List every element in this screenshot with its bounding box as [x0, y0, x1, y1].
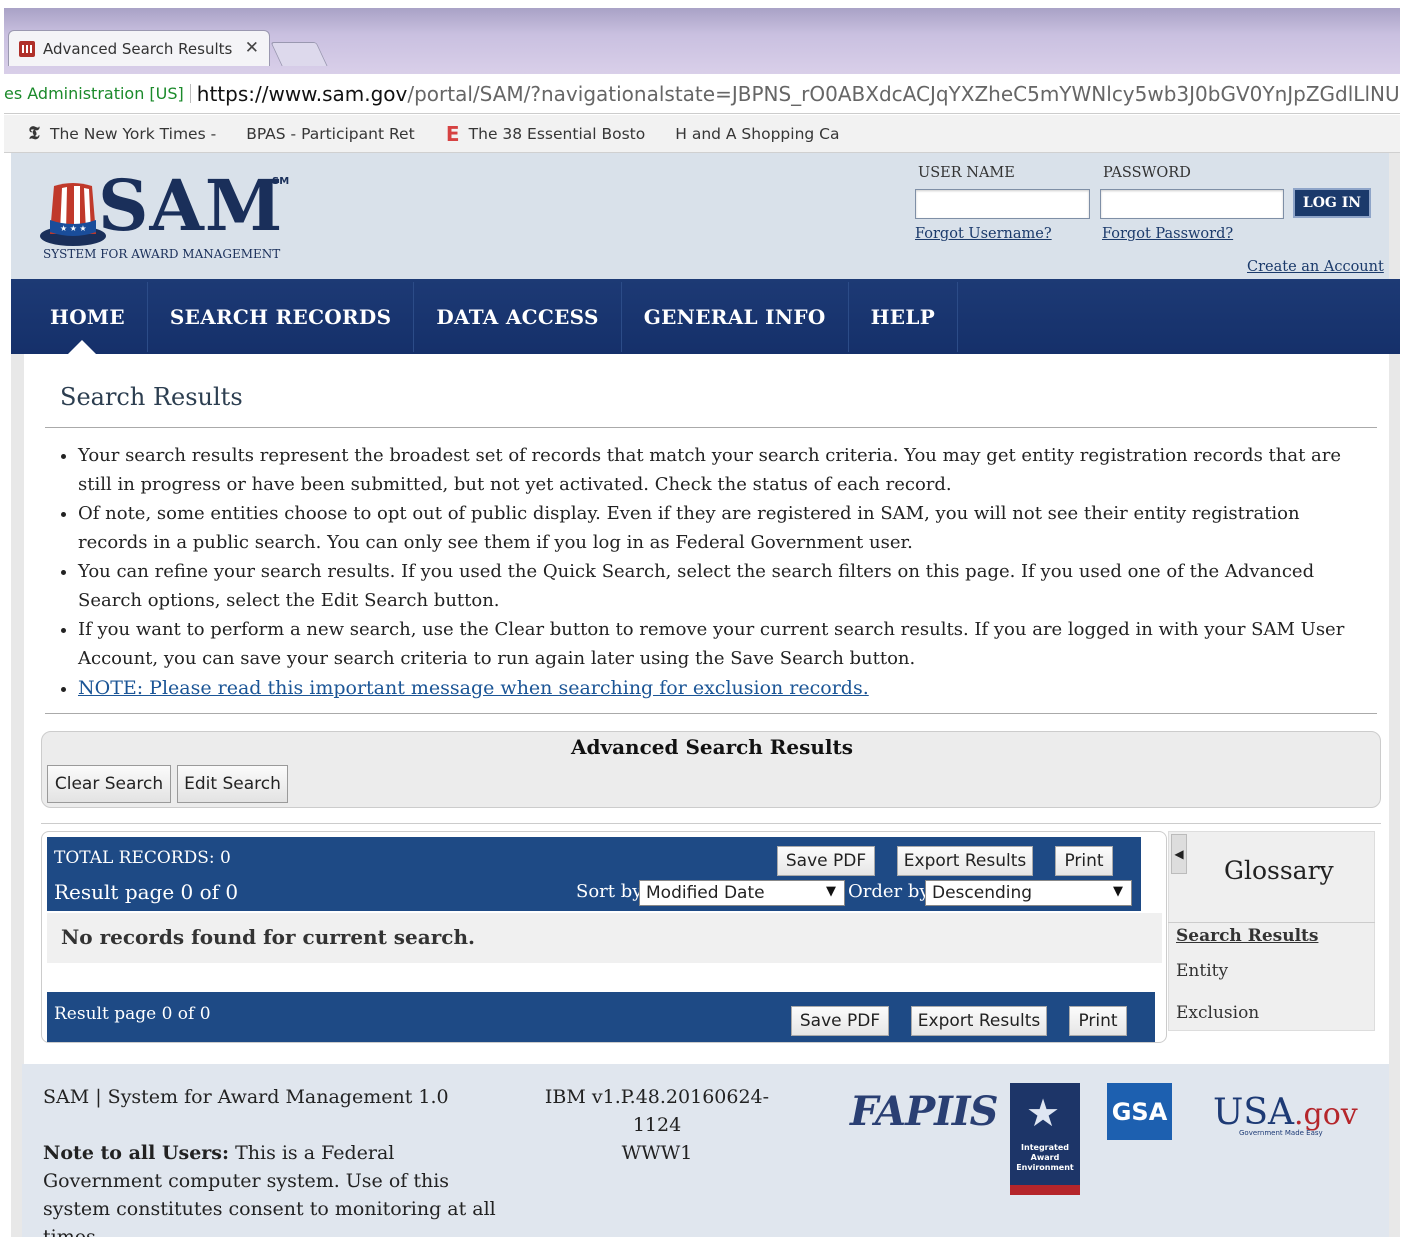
- page-title: Search Results: [60, 383, 243, 411]
- advanced-search-title: Advanced Search Results: [570, 735, 854, 759]
- nav-general-info[interactable]: GENERAL INFO: [622, 281, 849, 352]
- edit-search-button[interactable]: Edit Search: [177, 765, 288, 803]
- svg-text:★ ★ ★: ★ ★ ★: [60, 224, 87, 233]
- footer-note: Note to all Users: This is a Federal Gov…: [43, 1139, 513, 1237]
- dropdown-arrow-icon: ▼: [1113, 884, 1123, 899]
- divider: [1168, 922, 1375, 923]
- sort-by-select[interactable]: Modified Date ▼: [639, 880, 845, 906]
- footer-note-label: Note to all Users:: [43, 1142, 230, 1164]
- bookmark-label: H and A Shopping Ca: [675, 124, 840, 143]
- bookmark-shopping[interactable]: H and A Shopping Ca: [675, 125, 839, 143]
- info-bullets: Your search results represent the broade…: [55, 442, 1355, 705]
- password-label: PASSWORD: [1103, 165, 1191, 181]
- logo-service-mark: SM: [272, 176, 290, 187]
- bookmark-label: The 38 Essential Bosto: [468, 124, 646, 143]
- usagov-logo[interactable]: USA.gov Government Made Easy: [1213, 1092, 1358, 1137]
- address-bar[interactable]: es Administration [US] https://www.sam.g…: [4, 74, 1400, 114]
- info-bullet: If you want to perform a new search, use…: [78, 616, 1355, 673]
- url-text[interactable]: https://www.sam.gov/portal/SAM/?navigati…: [197, 82, 1400, 106]
- username-input[interactable]: [915, 189, 1090, 219]
- bookmark-label: The New York Times -: [50, 124, 217, 143]
- export-results-button[interactable]: Export Results: [897, 846, 1033, 876]
- forgot-password-link[interactable]: Forgot Password?: [1102, 226, 1233, 242]
- divider: [45, 713, 1377, 714]
- bookmark-boston[interactable]: E The 38 Essential Bosto: [445, 121, 646, 146]
- glossary-title: Glossary: [1224, 856, 1334, 885]
- info-bullet-note: NOTE: Please read this important message…: [78, 674, 1355, 704]
- nav-data-access[interactable]: DATA ACCESS: [414, 281, 622, 352]
- bookmark-label: BPAS - Participant Ret: [246, 124, 415, 143]
- divider: [45, 427, 1377, 428]
- iae-logo[interactable]: ★ Integrated Award Environment: [1010, 1083, 1080, 1195]
- active-nav-indicator: [68, 340, 96, 354]
- result-page-bottom: Result page 0 of 0: [54, 1004, 211, 1024]
- usagov-logo-word: USA: [1213, 1092, 1294, 1133]
- no-records-message: No records found for current search.: [47, 913, 1162, 963]
- save-pdf-button-bottom[interactable]: Save PDF: [791, 1006, 889, 1036]
- star-icon: ★: [1026, 1091, 1061, 1135]
- username-label: USER NAME: [918, 165, 1015, 181]
- certificate-label[interactable]: es Administration [US]: [4, 84, 191, 103]
- order-by-value: Descending: [932, 883, 1033, 903]
- password-input[interactable]: [1100, 189, 1284, 219]
- url-host: https://www.sam.gov: [196, 81, 408, 106]
- info-bullet: Of note, some entities choose to opt out…: [78, 500, 1355, 557]
- browser-tab[interactable]: Advanced Search Results ✕: [8, 30, 270, 66]
- login-button[interactable]: LOG IN: [1293, 188, 1371, 218]
- result-page-top: Result page 0 of 0: [54, 880, 239, 904]
- footer-version: IBM v1.P.48.20160624-1124 WWW1: [527, 1083, 787, 1167]
- logo-wordmark: SAM: [98, 164, 284, 247]
- glossary-search-results-link[interactable]: Search Results: [1176, 926, 1318, 946]
- create-account-link[interactable]: Create an Account: [1247, 259, 1384, 275]
- dropdown-arrow-icon: ▼: [826, 884, 836, 899]
- info-bullet: Your search results represent the broade…: [78, 442, 1355, 499]
- main-nav: HOME SEARCH RECORDS DATA ACCESS GENERAL …: [11, 279, 1400, 354]
- sam-logo[interactable]: ★ ★ ★ SAM SM SYSTEM FOR AWARD MANAGEMENT: [40, 164, 300, 265]
- print-button-bottom[interactable]: Print: [1069, 1006, 1127, 1036]
- url-path: /portal/SAM/?navigationalstate=JBPNS_rO0…: [407, 81, 1400, 106]
- sam-favicon-icon: [19, 40, 35, 57]
- info-bullet: You can refine your search results. If y…: [78, 558, 1355, 615]
- iae-logo-text: Integrated Award Environment: [1016, 1143, 1074, 1172]
- glossary-exclusion-link[interactable]: Exclusion: [1176, 1003, 1259, 1023]
- glossary-collapse-icon[interactable]: ◀: [1171, 834, 1187, 874]
- nav-search-records[interactable]: SEARCH RECORDS: [148, 281, 415, 352]
- bookmark-nyt[interactable]: 𝕿 The New York Times -: [26, 122, 217, 144]
- glossary-entity-link[interactable]: Entity: [1176, 961, 1228, 981]
- total-records: TOTAL RECORDS: 0: [54, 848, 231, 868]
- usagov-logo-suffix: .gov: [1294, 1097, 1358, 1132]
- bookmarks-bar: 𝕿 The New York Times - BPAS - Participan…: [4, 115, 1400, 153]
- order-by-select[interactable]: Descending ▼: [925, 880, 1132, 906]
- gsa-logo[interactable]: GSA: [1107, 1083, 1172, 1140]
- bookmark-bpas[interactable]: BPAS - Participant Ret: [246, 125, 414, 143]
- sort-by-value: Modified Date: [646, 883, 765, 903]
- divider: [41, 823, 1381, 824]
- print-button[interactable]: Print: [1055, 846, 1113, 876]
- usagov-logo-tagline: Government Made Easy: [1239, 1129, 1323, 1137]
- tab-close-icon[interactable]: ✕: [245, 38, 259, 58]
- clear-search-button[interactable]: Clear Search: [47, 765, 171, 803]
- footer-product: SAM | System for Award Management 1.0: [43, 1086, 449, 1108]
- export-results-button-bottom[interactable]: Export Results: [911, 1006, 1047, 1036]
- forgot-username-link[interactable]: Forgot Username?: [915, 226, 1052, 242]
- fapiis-logo[interactable]: FAPIIS: [850, 1088, 998, 1135]
- nav-help[interactable]: HELP: [849, 281, 959, 352]
- order-by-label: Order by: [848, 881, 930, 902]
- save-pdf-button[interactable]: Save PDF: [777, 846, 875, 876]
- e-icon: E: [445, 121, 460, 146]
- sort-by-label: Sort by: [576, 881, 643, 902]
- footer-version-line1: IBM v1.P.48.20160624-1124: [544, 1086, 770, 1136]
- logo-tagline: SYSTEM FOR AWARD MANAGEMENT: [43, 247, 281, 261]
- footer-version-line2: WWW1: [621, 1142, 693, 1164]
- nyt-icon: 𝕿: [28, 122, 40, 144]
- tab-title: Advanced Search Results: [43, 39, 233, 58]
- exclusion-note-link[interactable]: NOTE: Please read this important message…: [78, 677, 869, 699]
